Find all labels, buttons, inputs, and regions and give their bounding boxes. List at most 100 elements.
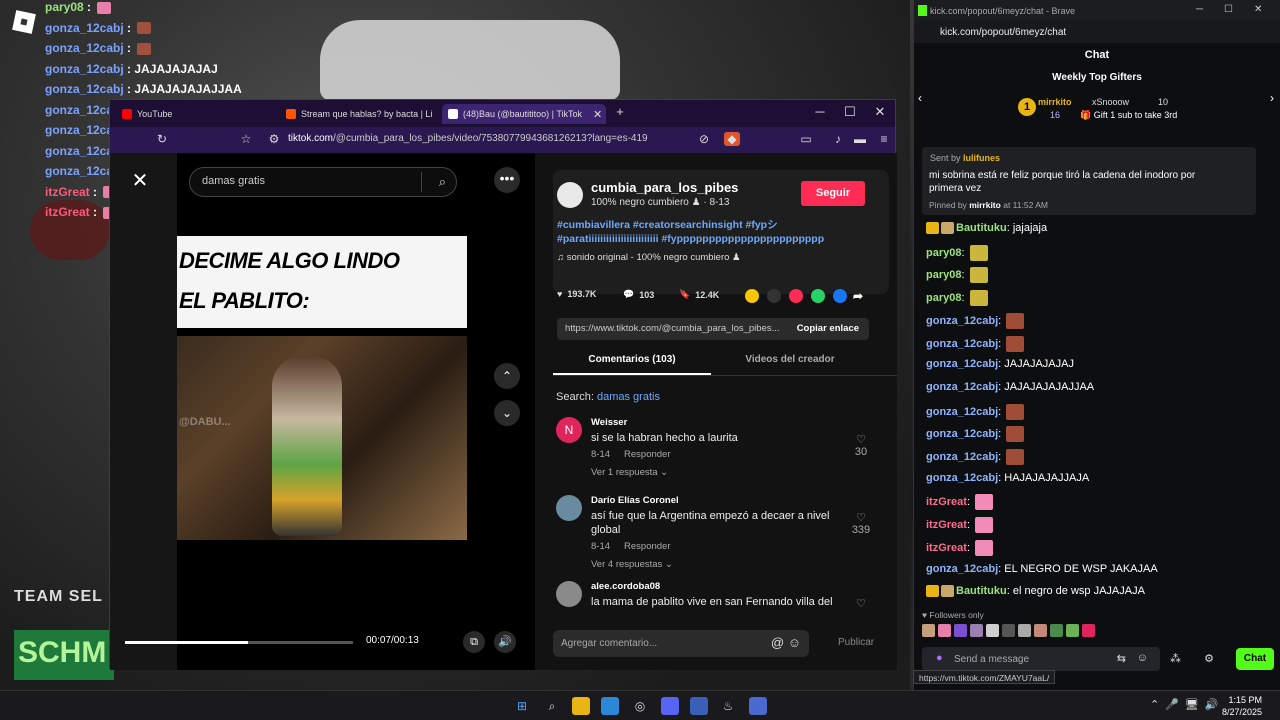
comment-avatar[interactable]: N	[556, 417, 582, 443]
whatsapp-icon[interactable]	[811, 289, 825, 303]
chat-username[interactable]: pary08	[926, 247, 961, 259]
minimize-button[interactable]: ─	[1196, 4, 1203, 15]
comment-like-button[interactable]: ♡	[846, 597, 876, 610]
reply-button[interactable]: Responder	[624, 541, 670, 552]
save-button[interactable]: 🔖 12.4K	[679, 289, 719, 300]
pin-user[interactable]: lulifunes	[963, 153, 1000, 163]
chat-username[interactable]: gonza_12cabj	[926, 451, 998, 463]
tab-tiktok[interactable]: (48)Bau (@bautititoo) | TikTok ✕	[442, 104, 606, 124]
chat-username[interactable]: gonza_12cabj	[926, 381, 998, 393]
pip-icon[interactable]: ⧉	[463, 631, 485, 653]
menu-icon[interactable]: ≡	[876, 132, 892, 146]
share-yellow-icon[interactable]	[745, 289, 759, 303]
creator-avatar[interactable]	[557, 182, 583, 208]
chat-username[interactable]: pary08	[926, 269, 961, 281]
chat-username[interactable]: gonza_12cabj	[926, 472, 998, 484]
settings-icon[interactable]: ⚙	[1204, 653, 1214, 665]
app-icon[interactable]	[749, 697, 767, 715]
comment-button[interactable]: 💬 103	[623, 289, 654, 300]
tab-stream[interactable]: Stream que hablas? by bacta | Listen	[280, 104, 432, 124]
kick-url-bar[interactable]: kick.com/popout/6meyz/chat	[914, 21, 1280, 43]
windows-start-icon[interactable]: ⊞	[513, 697, 531, 715]
progress-bar[interactable]	[125, 641, 353, 644]
gifter-1[interactable]: mirrkito	[1038, 97, 1072, 107]
share-arrow-icon[interactable]: ➦	[853, 289, 867, 303]
comment-username[interactable]: Weisser	[591, 417, 627, 428]
mic-icon[interactable]: ●	[936, 652, 943, 664]
comment-avatar[interactable]	[556, 495, 582, 521]
media-icon[interactable]: ♪	[830, 132, 846, 146]
video-description[interactable]: #cumbiavillera #creatorsearchinsight #fy…	[557, 218, 857, 246]
tab-creator-videos[interactable]: Videos del creador	[711, 354, 869, 365]
search-hint[interactable]: Search: damas gratis	[556, 391, 660, 403]
chevron-right-icon[interactable]: ›	[1270, 91, 1274, 105]
chat-username[interactable]: Bautituku	[956, 585, 1007, 597]
steam-icon[interactable]: ♨	[719, 697, 737, 715]
emote-icon[interactable]	[986, 624, 999, 637]
maximize-button[interactable]: ☐	[1224, 4, 1233, 15]
chat-send-button[interactable]: Chat	[1236, 648, 1274, 670]
sidebar-icon[interactable]: ▭	[798, 132, 814, 146]
roblox-icon[interactable]	[12, 10, 36, 34]
chat-username[interactable]: gonza_12cabj	[926, 563, 998, 575]
sound-label[interactable]: ♫ sonido original - 100% negro cumbiero …	[557, 252, 741, 263]
chevron-down-icon[interactable]: ⌄	[494, 400, 520, 426]
new-tab-button[interactable]: +	[610, 104, 630, 119]
chevron-left-icon[interactable]: ‹	[918, 91, 922, 105]
discord-icon[interactable]	[661, 697, 679, 715]
emote-icon[interactable]	[1050, 624, 1063, 637]
chat-username[interactable]: gonza_12cabj	[926, 315, 998, 327]
chat-username[interactable]: itzGreat	[926, 542, 967, 554]
embed-icon[interactable]	[767, 289, 781, 303]
gift-hint[interactable]: 🎁 Gift 1 sub to take 3rd	[1080, 110, 1177, 121]
emote-icon[interactable]	[938, 624, 951, 637]
url-field[interactable]: tiktok.com/@cumbia_para_los_pibes/video/…	[288, 133, 648, 144]
search-input[interactable]: damas gratis ⌕	[189, 167, 457, 197]
gifter-2[interactable]: xSnooow	[1092, 97, 1129, 107]
chat-username[interactable]: pary08	[926, 292, 961, 304]
maximize-button[interactable]: ☐	[840, 104, 860, 120]
emote-icon[interactable]	[1034, 624, 1047, 637]
close-tab-icon[interactable]: ✕	[593, 108, 602, 121]
bookmark-icon[interactable]: ☆	[238, 132, 254, 146]
emote-icon[interactable]	[1082, 624, 1095, 637]
users-icon[interactable]: ⁂	[1170, 653, 1181, 665]
copy-link-button[interactable]: Copiar enlace	[797, 323, 859, 334]
emote-icon[interactable]	[922, 624, 935, 637]
emote-icon[interactable]	[954, 624, 967, 637]
system-tray[interactable]: ⌃🎤🖥🔊	[1150, 698, 1225, 711]
volume-icon[interactable]: 🔊	[494, 631, 516, 653]
no-track-icon[interactable]: ⊘	[696, 132, 712, 146]
extension-icon[interactable]: ▬	[852, 132, 868, 146]
chevron-up-icon[interactable]: ⌃	[494, 363, 520, 389]
emote-icon[interactable]	[970, 624, 983, 637]
chat-username[interactable]: gonza_12cabj	[926, 337, 998, 349]
view-replies-button[interactable]: Ver 4 respuestas ⌄	[591, 559, 673, 570]
chat-username[interactable]: Bautituku	[956, 222, 1007, 234]
comment-username[interactable]: alee.cordoba08	[591, 581, 660, 592]
chat-username[interactable]: gonza_12cabj	[926, 428, 998, 440]
comment-like-button[interactable]: ♡ 30	[846, 433, 876, 458]
file-explorer-icon[interactable]	[572, 697, 590, 715]
reply-button[interactable]: Responder	[624, 449, 670, 460]
close-video-button[interactable]: ✕	[129, 170, 151, 192]
close-window-button[interactable]: ✕	[870, 104, 890, 120]
follow-button[interactable]: Seguir	[801, 181, 865, 206]
emoji-icon[interactable]: ☺	[1137, 652, 1148, 664]
video-frame[interactable]: @DABU...	[177, 336, 467, 540]
brave-shield-icon[interactable]: ◆	[724, 132, 740, 146]
minimize-button[interactable]: ─	[810, 104, 830, 119]
more-options-icon[interactable]: •••	[494, 167, 520, 193]
chat-username[interactable]: itzGreat	[926, 496, 967, 508]
translate-icon[interactable]: ⇆	[1117, 652, 1126, 665]
close-button[interactable]: ✕	[1254, 4, 1262, 15]
chat-username[interactable]: itzGreat	[926, 519, 967, 531]
tab-comments[interactable]: Comentarios (103)	[553, 354, 711, 375]
emote-icon[interactable]	[1002, 624, 1015, 637]
chrome-icon[interactable]: ◎	[631, 697, 649, 715]
comment-avatar[interactable]	[556, 581, 582, 607]
pinned-by-user[interactable]: mirrkito	[969, 200, 1001, 210]
tab-youtube[interactable]: YouTube	[116, 104, 276, 124]
creator-name[interactable]: cumbia_para_los_pibes	[591, 180, 738, 195]
emote-icon[interactable]	[1066, 624, 1079, 637]
